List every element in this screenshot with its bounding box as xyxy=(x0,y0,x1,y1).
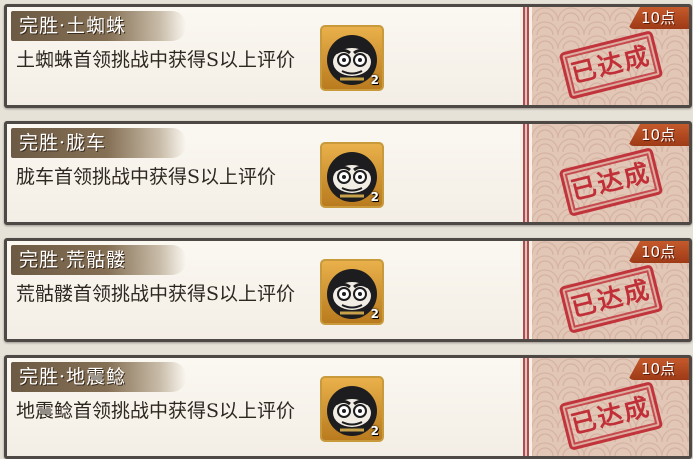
reward-panel: 10点 已达成 xyxy=(532,358,689,456)
challenge-description: 地震鲶首领挑战中获得S以上评价 xyxy=(16,400,296,422)
reward-panel: 10点 已达成 xyxy=(532,7,689,105)
reward-count: 2 xyxy=(370,73,379,87)
challenge-info: 完胜·土蜘蛛 土蜘蛛首领挑战中获得S以上评价 2 xyxy=(7,7,520,105)
completed-stamp: 已达成 xyxy=(558,264,664,334)
reward-item[interactable]: 2 xyxy=(320,25,384,91)
card-divider xyxy=(520,358,532,456)
challenge-card-tsuchigumo[interactable]: 完胜·土蜘蛛 土蜘蛛首领挑战中获得S以上评价 2 10点 已达成 xyxy=(4,4,692,108)
points-label: 10点 xyxy=(641,9,676,27)
card-divider xyxy=(520,124,532,222)
reward-count: 2 xyxy=(370,307,379,321)
points-tag: 10点 xyxy=(628,358,689,380)
challenge-title: 完胜·土蜘蛛 xyxy=(19,15,127,37)
stamp-text: 已达成 xyxy=(568,391,654,440)
reward-panel: 10点 已达成 xyxy=(532,241,689,339)
challenge-card-gashadokuro[interactable]: 完胜·荒骷髅 荒骷髅首领挑战中获得S以上评价 2 10点 已达成 xyxy=(4,238,692,342)
points-label: 10点 xyxy=(641,126,676,144)
completed-stamp: 已达成 xyxy=(558,147,664,217)
reward-item[interactable]: 2 xyxy=(320,142,384,208)
completed-stamp: 已达成 xyxy=(558,381,664,451)
challenge-info: 完胜·荒骷髅 荒骷髅首领挑战中获得S以上评价 2 xyxy=(7,241,520,339)
points-label: 10点 xyxy=(641,360,676,378)
points-tag: 10点 xyxy=(628,241,689,263)
reward-item[interactable]: 2 xyxy=(320,259,384,325)
reward-item[interactable]: 2 xyxy=(320,376,384,442)
challenge-description: 土蜘蛛首领挑战中获得S以上评价 xyxy=(16,49,296,71)
points-tag: 10点 xyxy=(628,124,689,146)
challenge-card-oboroguruma[interactable]: 完胜·胧车 胧车首领挑战中获得S以上评价 2 10点 已达成 xyxy=(4,121,692,225)
challenge-title: 完胜·荒骷髅 xyxy=(19,249,127,271)
points-tag: 10点 xyxy=(628,7,689,29)
card-divider xyxy=(520,7,532,105)
challenge-info: 完胜·胧车 胧车首领挑战中获得S以上评价 2 xyxy=(7,124,520,222)
completed-stamp: 已达成 xyxy=(558,30,664,100)
challenge-title: 完胜·地震鲶 xyxy=(19,366,127,388)
challenge-description: 胧车首领挑战中获得S以上评价 xyxy=(16,166,277,188)
reward-count: 2 xyxy=(370,190,379,204)
stamp-text: 已达成 xyxy=(568,157,654,206)
challenge-info: 完胜·地震鲶 地震鲶首领挑战中获得S以上评价 2 xyxy=(7,358,520,456)
stamp-text: 已达成 xyxy=(568,40,654,89)
reward-panel: 10点 已达成 xyxy=(532,124,689,222)
reward-count: 2 xyxy=(370,424,379,438)
stamp-text: 已达成 xyxy=(568,274,654,323)
challenge-description: 荒骷髅首领挑战中获得S以上评价 xyxy=(16,283,296,305)
card-divider xyxy=(520,241,532,339)
points-label: 10点 xyxy=(641,243,676,261)
challenge-title: 完胜·胧车 xyxy=(19,132,107,154)
challenge-card-jishinnamazu[interactable]: 完胜·地震鲶 地震鲶首领挑战中获得S以上评价 2 10点 已达成 xyxy=(4,355,692,459)
